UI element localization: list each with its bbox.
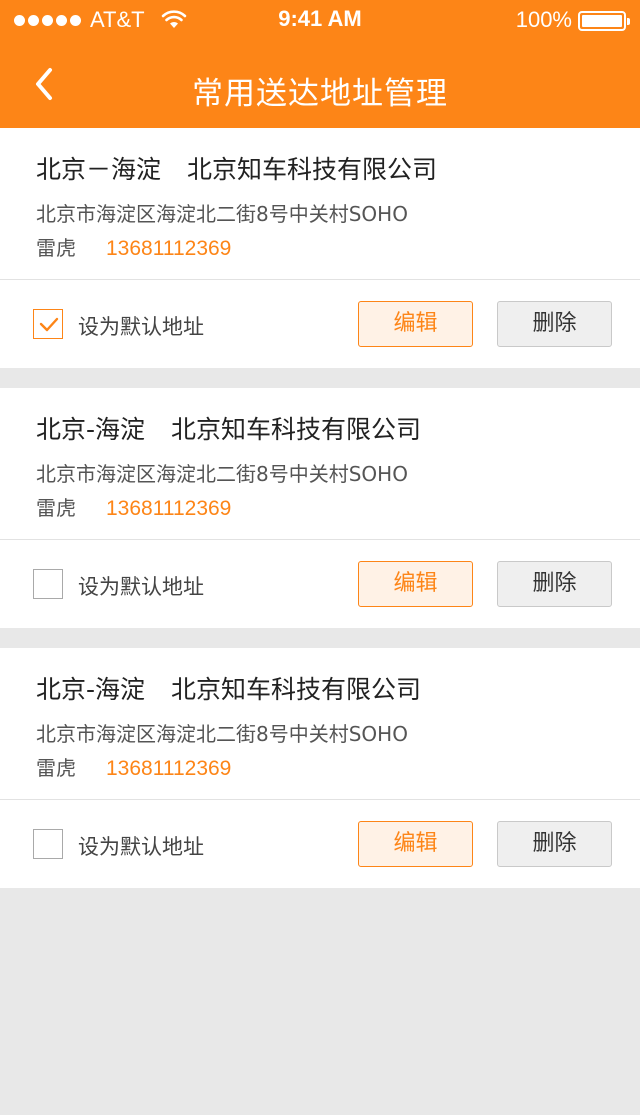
status-bar: AT&T 9:41 AM 100% xyxy=(0,0,640,40)
address-region: 北京-海淀 xyxy=(36,415,146,444)
address-heading: 北京-海淀 北京知车科技有限公司 xyxy=(36,670,421,706)
delete-button[interactable]: 删除 xyxy=(497,301,612,347)
default-label: 设为默认地址 xyxy=(78,575,204,599)
address-contact-row: 雷虎 13681112369 xyxy=(36,232,231,261)
default-checkbox[interactable] xyxy=(33,309,63,339)
contact-phone: 13681112369 xyxy=(106,237,232,260)
battery-icon xyxy=(578,11,630,31)
delete-button[interactable]: 删除 xyxy=(497,561,612,607)
address-region: 北京－海淀 xyxy=(36,155,162,184)
contact-name: 雷虎 xyxy=(36,756,76,780)
address-card: 北京－海淀 北京知车科技有限公司 北京市海淀区海淀北二街8号中关村SOHO 雷虎 1… xyxy=(0,128,640,368)
edit-button[interactable]: 编辑 xyxy=(358,561,473,607)
address-detail: 北京市海淀区海淀北二街8号中关村SOHO xyxy=(36,202,408,226)
address-heading: 北京-海淀 北京知车科技有限公司 xyxy=(36,410,421,446)
default-label: 设为默认地址 xyxy=(78,835,204,859)
contact-name: 雷虎 xyxy=(36,496,76,520)
checkmark-icon xyxy=(39,317,59,332)
address-company: 北京知车科技有限公司 xyxy=(187,155,438,184)
address-detail: 北京市海淀区海淀北二街8号中关村SOHO xyxy=(36,722,408,746)
page-title: 常用送达地址管理 xyxy=(192,76,448,112)
address-detail: 北京市海淀区海淀北二街8号中关村SOHO xyxy=(36,462,408,486)
delete-button[interactable]: 删除 xyxy=(497,821,612,867)
default-checkbox[interactable] xyxy=(33,569,63,599)
divider xyxy=(0,279,640,280)
top-bar: AT&T 9:41 AM 100% 常用送达地址管理 xyxy=(0,0,640,128)
address-company: 北京知车科技有限公司 xyxy=(171,675,422,704)
address-heading: 北京－海淀 北京知车科技有限公司 xyxy=(36,150,437,186)
divider xyxy=(0,539,640,540)
divider xyxy=(0,799,640,800)
address-contact-row: 雷虎 13681112369 xyxy=(36,752,231,781)
address-company: 北京知车科技有限公司 xyxy=(171,415,422,444)
address-card: 北京-海淀 北京知车科技有限公司 北京市海淀区海淀北二街8号中关村SOHO 雷虎 1… xyxy=(0,648,640,888)
contact-phone: 13681112369 xyxy=(106,757,232,780)
default-label: 设为默认地址 xyxy=(78,315,204,339)
contact-phone: 13681112369 xyxy=(106,497,232,520)
edit-button[interactable]: 编辑 xyxy=(358,821,473,867)
contact-name: 雷虎 xyxy=(36,236,76,260)
nav-bar: 常用送达地址管理 xyxy=(0,40,640,128)
battery-percent: 100% xyxy=(515,7,572,32)
default-checkbox[interactable] xyxy=(33,829,63,859)
address-card: 北京-海淀 北京知车科技有限公司 北京市海淀区海淀北二街8号中关村SOHO 雷虎 1… xyxy=(0,388,640,628)
edit-button[interactable]: 编辑 xyxy=(358,301,473,347)
address-region: 北京-海淀 xyxy=(36,675,146,704)
address-contact-row: 雷虎 13681112369 xyxy=(36,492,231,521)
